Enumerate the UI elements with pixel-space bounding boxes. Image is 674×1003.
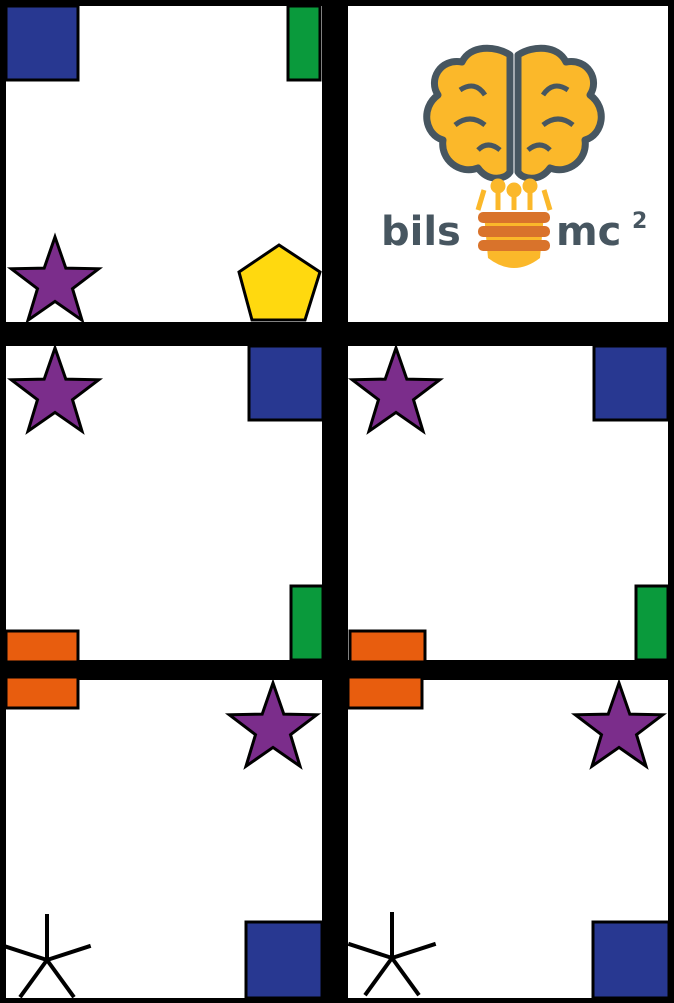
logo-superscript: 2 — [632, 209, 647, 234]
panel-top-left — [4, 4, 322, 324]
logo-word-right: mc — [556, 209, 621, 255]
panel-top-right: bils mc 2 — [348, 6, 668, 322]
blue-square — [244, 920, 324, 1000]
orange-rectangle — [4, 675, 80, 710]
panel-bottom-left — [2, 675, 324, 1000]
green-rectangle — [286, 4, 322, 82]
blue-square — [4, 4, 80, 82]
logo-word-left: bils — [381, 209, 461, 255]
green-rectangle — [634, 584, 670, 662]
coil-icon — [478, 212, 550, 251]
panel-middle-left — [4, 343, 325, 664]
blue-square — [591, 920, 671, 1000]
blue-square — [247, 344, 325, 422]
blue-square — [592, 344, 670, 422]
orange-rectangle — [4, 629, 80, 664]
panel-bottom-right — [346, 675, 671, 1000]
puzzle-grid: bils mc 2 — [0, 0, 674, 1003]
orange-rectangle — [348, 629, 427, 664]
orange-rectangle — [346, 675, 424, 710]
panel-middle-right — [347, 343, 670, 664]
green-rectangle — [289, 584, 325, 662]
